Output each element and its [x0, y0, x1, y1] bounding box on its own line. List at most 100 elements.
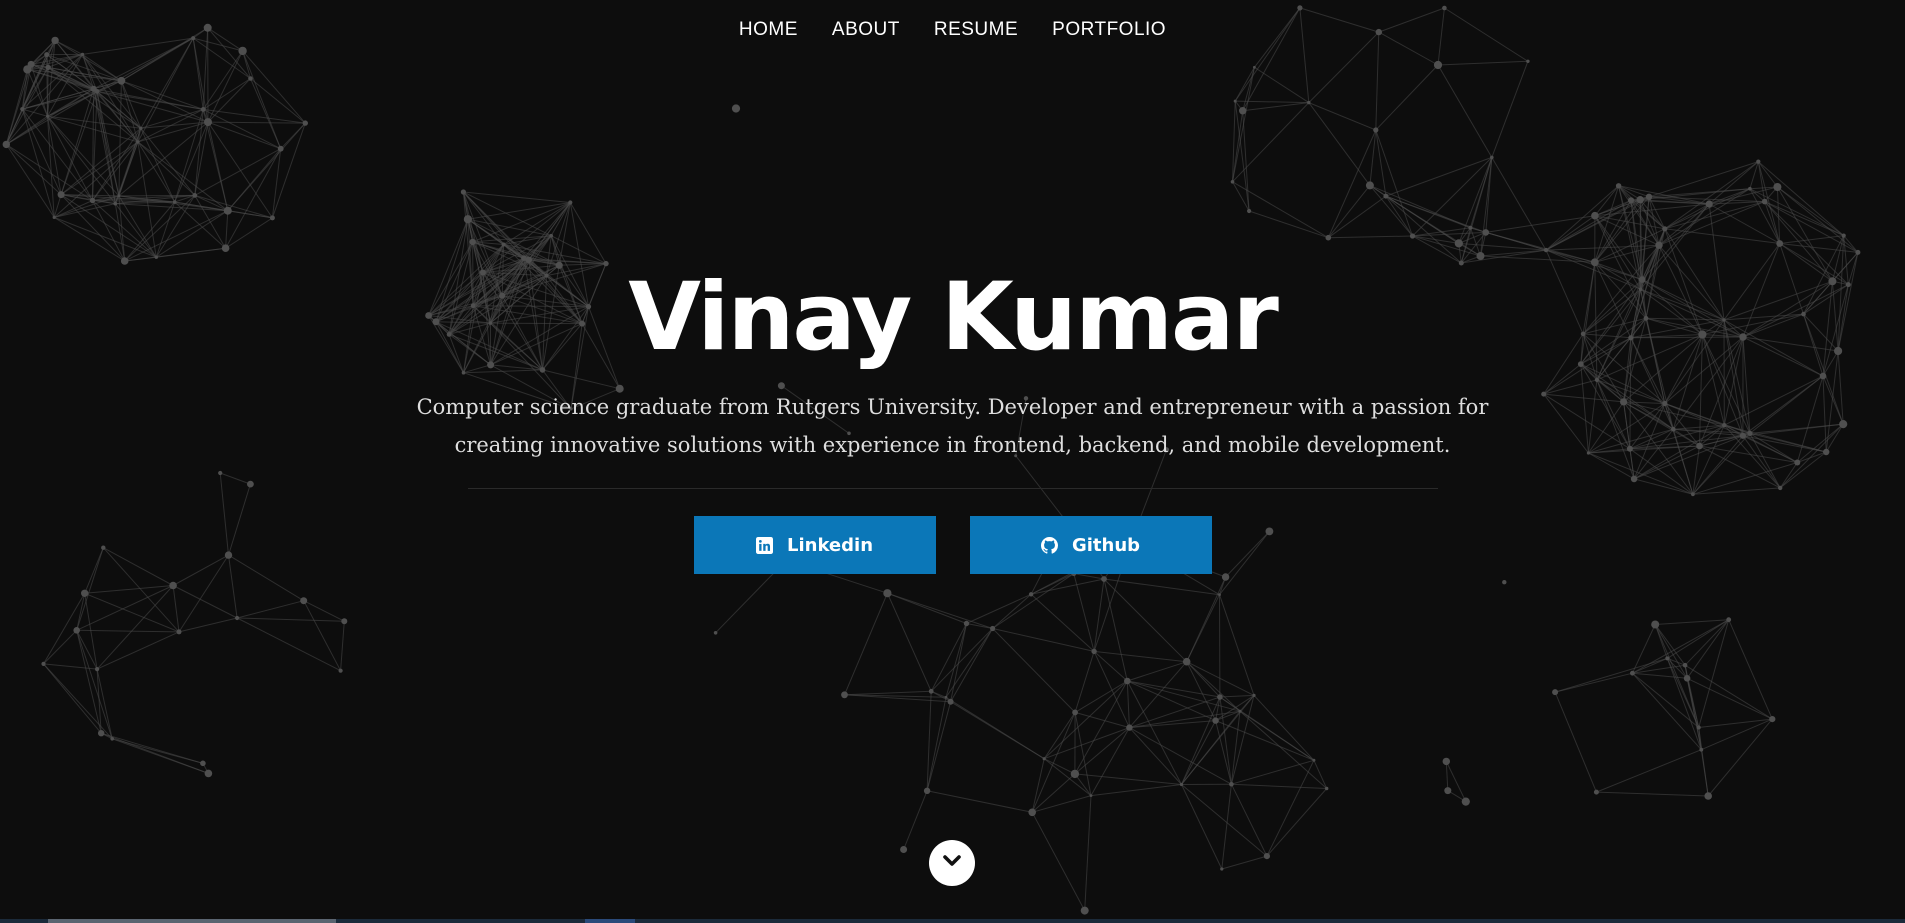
network-link	[1043, 758, 1076, 775]
network-node	[277, 145, 284, 152]
network-link	[1094, 650, 1187, 663]
network-node	[200, 107, 206, 112]
social-buttons: Linkedin Github	[0, 516, 1905, 574]
network-node	[235, 615, 240, 621]
network-node	[1615, 183, 1622, 189]
network-node	[1230, 180, 1235, 184]
github-button-label: Github	[1071, 534, 1141, 556]
network-node	[223, 206, 232, 215]
nav-home-link[interactable]: HOME	[739, 0, 798, 60]
network-node	[1239, 107, 1247, 115]
network-link	[1074, 712, 1092, 796]
network-link	[1181, 696, 1221, 785]
network-link	[101, 732, 204, 764]
network-link	[1043, 712, 1076, 759]
network-node	[20, 107, 25, 112]
network-link	[950, 701, 1045, 760]
network-link	[1031, 758, 1045, 813]
network-node	[117, 194, 121, 198]
network-node	[963, 620, 970, 627]
network-link	[1313, 760, 1328, 789]
network-link	[1129, 727, 1182, 785]
network-node	[947, 698, 954, 705]
scroll-down-button[interactable]	[929, 840, 975, 886]
network-node	[1253, 65, 1256, 69]
network-node	[883, 589, 892, 598]
hero-divider	[467, 488, 1438, 489]
network-node	[1482, 229, 1490, 236]
network-link	[1328, 235, 1413, 239]
network-link	[1090, 727, 1130, 796]
network-link	[76, 629, 180, 633]
network-node	[73, 627, 80, 634]
network-link	[1215, 720, 1232, 785]
network-node	[1247, 208, 1252, 214]
network-node	[221, 244, 230, 252]
network-link	[271, 122, 306, 219]
network-node	[501, 242, 506, 247]
network-node	[1591, 211, 1599, 220]
network-link	[5, 144, 62, 195]
network-node	[1855, 249, 1861, 255]
network-link	[1126, 680, 1182, 785]
network-link	[174, 121, 209, 203]
network-node	[1218, 593, 1221, 597]
network-node	[136, 140, 140, 144]
network-link	[1485, 215, 1595, 233]
network-node	[1212, 717, 1219, 724]
network-link	[463, 191, 552, 237]
nav-resume-link[interactable]: RESUME	[934, 0, 1018, 60]
network-node	[1776, 240, 1784, 247]
network-link	[1266, 760, 1315, 857]
network-link	[92, 200, 157, 258]
network-link	[1090, 784, 1182, 797]
network-node	[1651, 620, 1660, 629]
network-link	[1437, 60, 1528, 66]
network-link	[1369, 129, 1377, 186]
taskbar-item	[48, 919, 336, 923]
network-link	[137, 108, 204, 143]
network-link	[463, 191, 571, 203]
network-node	[1630, 670, 1635, 676]
network-node	[52, 215, 56, 219]
network-node	[1091, 648, 1097, 655]
network-node	[1325, 786, 1329, 791]
network-link	[1266, 788, 1328, 857]
network-node	[463, 215, 472, 224]
network-node	[89, 197, 96, 204]
network-link	[1749, 188, 1844, 237]
network-link	[1093, 651, 1128, 682]
network-link	[992, 593, 1032, 629]
network-node	[1089, 794, 1093, 797]
network-link	[1596, 791, 1709, 797]
network-node	[1124, 677, 1131, 685]
network-link	[1043, 680, 1128, 760]
network-link	[76, 593, 86, 631]
network-link	[5, 67, 49, 145]
network-node	[169, 581, 177, 590]
network-link	[1215, 696, 1221, 721]
network-link	[178, 617, 238, 633]
network-link	[1596, 749, 1702, 793]
network-link	[82, 54, 142, 129]
network-node	[1543, 247, 1549, 253]
network-link	[1181, 784, 1223, 870]
network-node	[469, 238, 476, 246]
network-link	[1093, 651, 1130, 728]
network-link	[1103, 578, 1188, 663]
network-link	[903, 790, 928, 850]
network-link	[992, 628, 1095, 652]
network-link	[1231, 759, 1315, 785]
network-node	[1502, 580, 1507, 585]
network-link	[926, 790, 1033, 813]
network-link	[1554, 691, 1597, 793]
network-link	[43, 663, 113, 740]
network-link	[203, 108, 306, 124]
network-link	[1242, 102, 1309, 112]
nav-portfolio-link[interactable]: PORTFOLIO	[1052, 0, 1166, 60]
network-link	[1701, 718, 1773, 751]
linkedin-button[interactable]: Linkedin	[693, 516, 936, 574]
github-button[interactable]: Github	[969, 516, 1212, 574]
nav-about-link[interactable]: ABOUT	[832, 0, 900, 60]
network-link	[1658, 188, 1751, 246]
